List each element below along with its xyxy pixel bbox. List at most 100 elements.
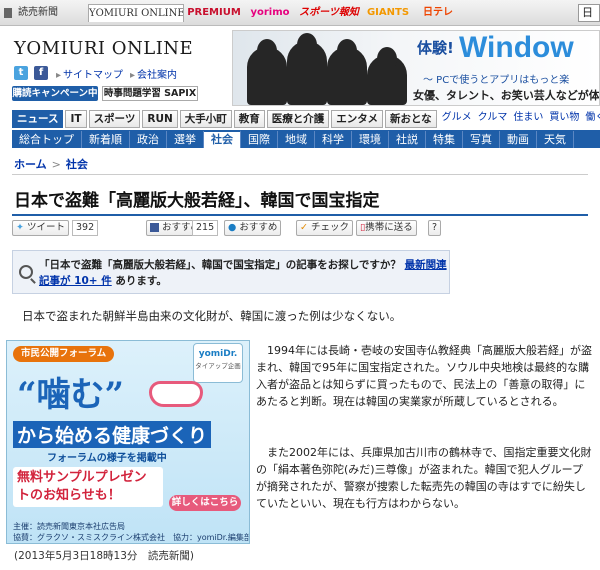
check-icon: ✓ [300, 222, 308, 233]
sub-nav-international[interactable]: 国際 [241, 131, 278, 148]
teeth-icon [149, 381, 203, 407]
sub-nav-science[interactable]: 科学 [315, 131, 352, 148]
sub-nav-editorial[interactable]: 社説 [389, 131, 426, 148]
breadcrumb: ホーム > 社会 [14, 156, 88, 172]
yomidr-logo: yomiDr. タイアップ企画 [193, 343, 243, 383]
hatena-count: 215 [192, 220, 219, 236]
person-silhouette-image [247, 39, 287, 105]
twitter-icon[interactable]: t [14, 66, 28, 80]
divider [12, 214, 588, 216]
nav-link-housing[interactable]: 住まい [510, 110, 546, 128]
ad-title: から始める健康づくり [13, 421, 212, 448]
windows-banner-ad[interactable]: 体験! Window ～ PCで使うとアプリはもっと楽 女優、タレント、お笑い芸… [232, 30, 600, 106]
ad-description: 女優、タレント、お笑い芸人などが体 [413, 89, 600, 102]
health-forum-ad[interactable]: 市民公開フォーラム yomiDr. タイアップ企画 “噛む” から始める健康づく… [6, 340, 250, 544]
related-articles-notice: 「日本で盗難「高麗版大般若経」、韓国で国宝指定」の記事をお探しですか？ 最新関連… [12, 250, 450, 294]
nav-link-work[interactable]: 働く [582, 110, 600, 128]
article-paragraph: また2002年には、兵庫県加古川市の鶴林寺で、国指定重要文化財の「絹本著色弥陀(… [256, 446, 592, 510]
tweet-button[interactable]: ✦ ツイート [12, 220, 70, 236]
sub-nav-environment[interactable]: 環境 [352, 131, 389, 148]
article-headline: 日本で盗難「高麗版大般若経」、韓国で国宝指定 [14, 191, 380, 211]
yomidr-brand-text: yomiDr. [198, 349, 238, 359]
article-dateline: (2013年5月3日18時13分 読売新聞) [14, 550, 194, 562]
yomiuri-home-link[interactable]: 読売新聞 [4, 4, 86, 22]
related-articles-text: 「日本で盗難「高麗版大般若経」、韓国で国宝指定」の記事をお探しですか？ 最新関連… [39, 257, 447, 289]
free-sample-notice: 無料サンプルプレゼントのお知らせも！ [13, 467, 163, 507]
sub-nav-photos[interactable]: 写真 [463, 131, 500, 148]
article-lead: 日本で盗まれた朝鮮半島由来の文化財が、韓国に渡った例は少なくない。 [22, 309, 402, 323]
ad-sponsor-credit: 協賛：グラクソ・スミスクライン株式会社 協力：yomiDr.編集部 [13, 533, 250, 542]
hatena-icon [150, 223, 159, 232]
mixi-button[interactable]: ● おすすめ [224, 220, 282, 236]
send-to-mobile-button[interactable]: ▯携帯に送る [356, 220, 417, 236]
nav-link-car[interactable]: クルマ [475, 110, 511, 128]
mixi-icon: ● [228, 222, 237, 233]
breadcrumb-home-link[interactable]: ホーム [14, 158, 47, 171]
site-network-bar: 読売新聞 YOMIURI ONLINE PREMIUM yorimo スポーツ報… [0, 0, 600, 26]
sub-nav-video[interactable]: 動画 [500, 131, 537, 148]
sapix-study-button[interactable]: 時事問題学習 SAPIX [102, 86, 198, 101]
check-button[interactable]: ✓ チェック [296, 220, 354, 236]
tab-giants[interactable]: GIANTS [364, 4, 412, 22]
person-silhouette-image [327, 39, 367, 105]
nav-tab-sports[interactable]: スポーツ [88, 110, 141, 128]
facebook-icon[interactable]: f [34, 66, 48, 80]
sub-nav-weather[interactable]: 天気 [537, 131, 574, 148]
check-label: チェック [311, 222, 350, 233]
sub-nav-region[interactable]: 地域 [278, 131, 315, 148]
tab-sports-hochi[interactable]: スポーツ報知 [298, 4, 360, 22]
ad-windows-text: Window [459, 31, 574, 64]
breadcrumb-society-link[interactable]: 社会 [66, 158, 88, 171]
nav-tab-news[interactable]: ニュース [12, 110, 64, 128]
ad-organizer-credit: 主催：読売新聞東京本社広告局 [13, 522, 125, 531]
notice-prefix: 「日本で盗難「高麗版大般若経」、韓国で国宝指定」の記事をお探しですか？ [39, 259, 401, 271]
nav-tab-otona[interactable]: 新おとな [384, 110, 437, 128]
tweet-label: ツイート [27, 222, 66, 233]
nav-tab-entertainment[interactable]: エンタメ [331, 110, 383, 128]
nav-tab-run[interactable]: RUN [142, 110, 178, 128]
sub-nav-politics[interactable]: 政治 [130, 131, 167, 148]
site-search-input[interactable]: 日 [578, 4, 600, 22]
tab-yorimo[interactable]: yorimo [246, 4, 294, 22]
ad-taiken-text: 体験! [417, 39, 454, 57]
site-logo[interactable]: YOMIURI ONLINE [14, 38, 193, 59]
forum-badge: 市民公開フォーラム [13, 346, 115, 362]
nav-tab-education[interactable]: 教育 [233, 110, 265, 128]
breadcrumb-separator: > [51, 158, 61, 171]
tieup-label: タイアップ企画 [195, 362, 241, 370]
ad-kamu-heading: “噛む” [17, 375, 125, 415]
nav-tab-medical[interactable]: 医療と介護 [266, 110, 330, 128]
notice-suffix: あります。 [115, 275, 167, 287]
nav-tab-it[interactable]: IT [65, 110, 87, 128]
sitemap-link[interactable]: サイトマップ [56, 66, 123, 81]
send-to-mobile-label: 携帯に送る [365, 222, 413, 233]
divider [12, 174, 588, 175]
sub-nav-latest[interactable]: 新着順 [82, 131, 130, 148]
tweet-count: 392 [72, 220, 99, 236]
person-silhouette-image [367, 47, 407, 105]
help-button[interactable]: ? [428, 220, 442, 236]
sub-nav-election[interactable]: 選挙 [167, 131, 204, 148]
details-button[interactable]: 詳しくはこちら [169, 495, 241, 511]
twitter-bird-icon: ✦ [16, 222, 24, 233]
nav-link-gourmet[interactable]: グルメ [439, 110, 475, 128]
tab-ntv[interactable]: 日テレ [416, 4, 460, 22]
sub-nav-top[interactable]: 総合トップ [12, 131, 82, 148]
tab-premium[interactable]: PREMIUM [186, 4, 242, 22]
ad-subtitle: フォーラムの様子を掲載中 [47, 453, 167, 464]
company-info-link[interactable]: 会社案内 [130, 66, 177, 81]
tab-yomiuri-online[interactable]: YOMIURI ONLINE [88, 4, 184, 22]
mixi-label: おすすめ [239, 222, 278, 233]
nav-link-shopping[interactable]: 買い物 [546, 110, 582, 128]
ad-tagline: ～ PCで使うとアプリはもっと楽 [423, 75, 570, 86]
yomiuri-home-label: 読売新聞 [18, 7, 58, 18]
primary-nav: ニュース IT スポーツ RUN 大手小町 教育 医療と介護 エンタメ 新おとな グルメ クルマ 住ま… [12, 110, 600, 128]
social-links: tf [14, 66, 48, 80]
sub-nav-society[interactable]: 社会 [204, 130, 241, 148]
sub-nav-features[interactable]: 特集 [426, 131, 463, 148]
subscription-campaign-button[interactable]: 購読キャンペーン中 [12, 86, 98, 101]
article-paragraph: 1994年には長崎・壱岐の安国寺仏教経典「高麗版大般若経」が盗まれ、韓国で95年… [256, 344, 592, 408]
search-icon [19, 265, 33, 279]
nav-tab-komachi[interactable]: 大手小町 [179, 110, 232, 128]
person-silhouette-image [287, 33, 327, 105]
